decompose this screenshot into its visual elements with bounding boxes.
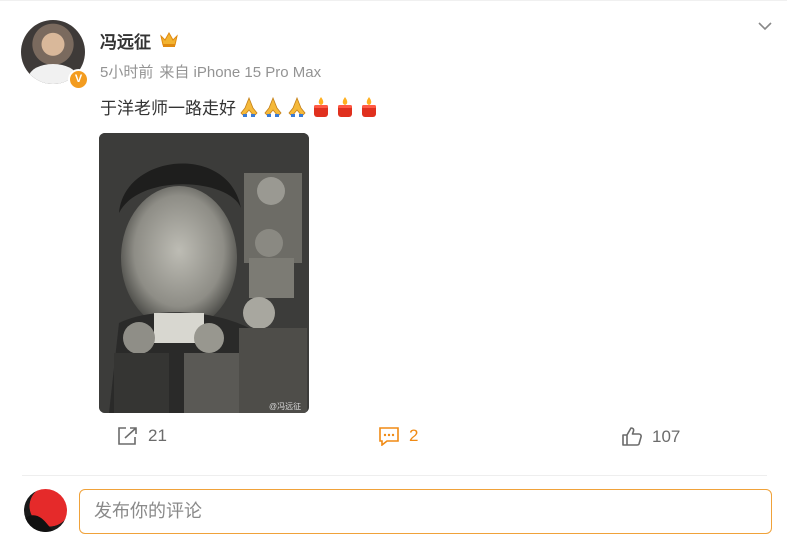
post-image[interactable]: @冯远征: [99, 133, 309, 413]
user-avatar-art: [24, 515, 54, 532]
post-image-illustration: [99, 133, 309, 413]
comment-icon: [379, 427, 399, 446]
candle-icon: [338, 96, 352, 117]
comment-input[interactable]: [79, 489, 772, 534]
repost-count: 21: [148, 426, 167, 445]
verified-badge-icon: V: [68, 69, 89, 90]
candle-icon: [362, 96, 376, 117]
chevron-down-icon[interactable]: [757, 18, 773, 34]
like-count: 107: [652, 426, 681, 446]
like-button[interactable]: 107: [621, 426, 680, 447]
post-body: 于洋老师一路走好: [100, 99, 236, 118]
action-bar: 21 2 107: [0, 426, 787, 452]
current-user-avatar[interactable]: [24, 489, 67, 532]
folded-hands-icon: [288, 96, 306, 117]
folded-hands-icon: [264, 96, 282, 117]
post-time[interactable]: 5小时前: [100, 64, 153, 81]
section-divider: [22, 475, 767, 476]
comment-count: 2: [409, 426, 419, 445]
comment-button[interactable]: 2: [378, 426, 418, 446]
image-watermark: @冯远征: [269, 402, 302, 411]
post-text: 于洋老师一路走好: [100, 94, 380, 119]
repost-icon: [118, 427, 137, 445]
folded-hands-icon: [240, 96, 258, 117]
thumbs-up-icon: [622, 427, 642, 446]
post-meta: 5小时前 来自 iPhone 15 Pro Max: [100, 61, 321, 82]
author-name[interactable]: 冯远征: [100, 28, 151, 53]
crown-icon: [160, 31, 178, 47]
post-source: 来自 iPhone 15 Pro Max: [159, 64, 322, 81]
top-divider: [0, 0, 787, 1]
repost-button[interactable]: 21: [117, 426, 167, 446]
candle-icon: [314, 96, 328, 117]
